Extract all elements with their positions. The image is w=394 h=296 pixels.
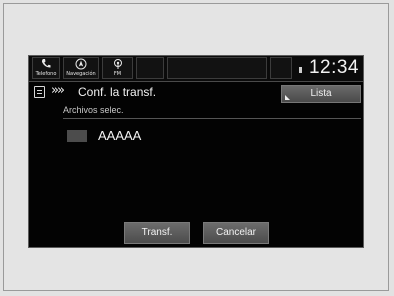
section-label: Archivos selec. bbox=[63, 105, 124, 115]
clock: 12:34 bbox=[308, 57, 359, 78]
checkbox[interactable] bbox=[67, 130, 87, 142]
shortcut-label: Navegación bbox=[66, 71, 96, 77]
cancel-button[interactable]: Cancelar bbox=[203, 222, 269, 244]
menu-icon[interactable] bbox=[34, 86, 45, 98]
list-item-label: AAAAA bbox=[98, 128, 142, 143]
status-bar: Telefono Navegación FM 12:34 bbox=[29, 56, 363, 82]
header-row: »» Conf. la transf. Lista bbox=[29, 83, 363, 103]
shortcut-fm[interactable]: FM bbox=[102, 57, 133, 79]
shortcut-navigation[interactable]: Navegación bbox=[63, 57, 99, 79]
list-button-label: Lista bbox=[310, 88, 332, 99]
list-button[interactable]: Lista bbox=[281, 85, 361, 103]
shortcut-label: FM bbox=[113, 71, 122, 77]
shortcut-label: Telefono bbox=[35, 71, 57, 77]
list-item[interactable]: AAAAA bbox=[67, 128, 267, 144]
radio-icon bbox=[113, 59, 122, 69]
shortcut-phone[interactable]: Telefono bbox=[32, 57, 60, 79]
transfer-button[interactable]: Transf. bbox=[124, 222, 190, 244]
signal-icon bbox=[299, 67, 302, 73]
shortcut-empty[interactable] bbox=[136, 57, 164, 79]
page-title: Conf. la transf. bbox=[78, 85, 157, 99]
phone-icon bbox=[41, 59, 51, 68]
corner-marker-icon bbox=[285, 95, 290, 100]
infotainment-screen: Telefono Navegación FM 12:34 »» Conf. la… bbox=[28, 55, 364, 248]
shortcut-empty[interactable] bbox=[167, 57, 267, 79]
divider bbox=[63, 118, 361, 119]
breadcrumb-chevron-icon: »» bbox=[51, 83, 65, 98]
shortcut-empty[interactable] bbox=[270, 57, 292, 79]
navigation-icon bbox=[75, 58, 87, 70]
